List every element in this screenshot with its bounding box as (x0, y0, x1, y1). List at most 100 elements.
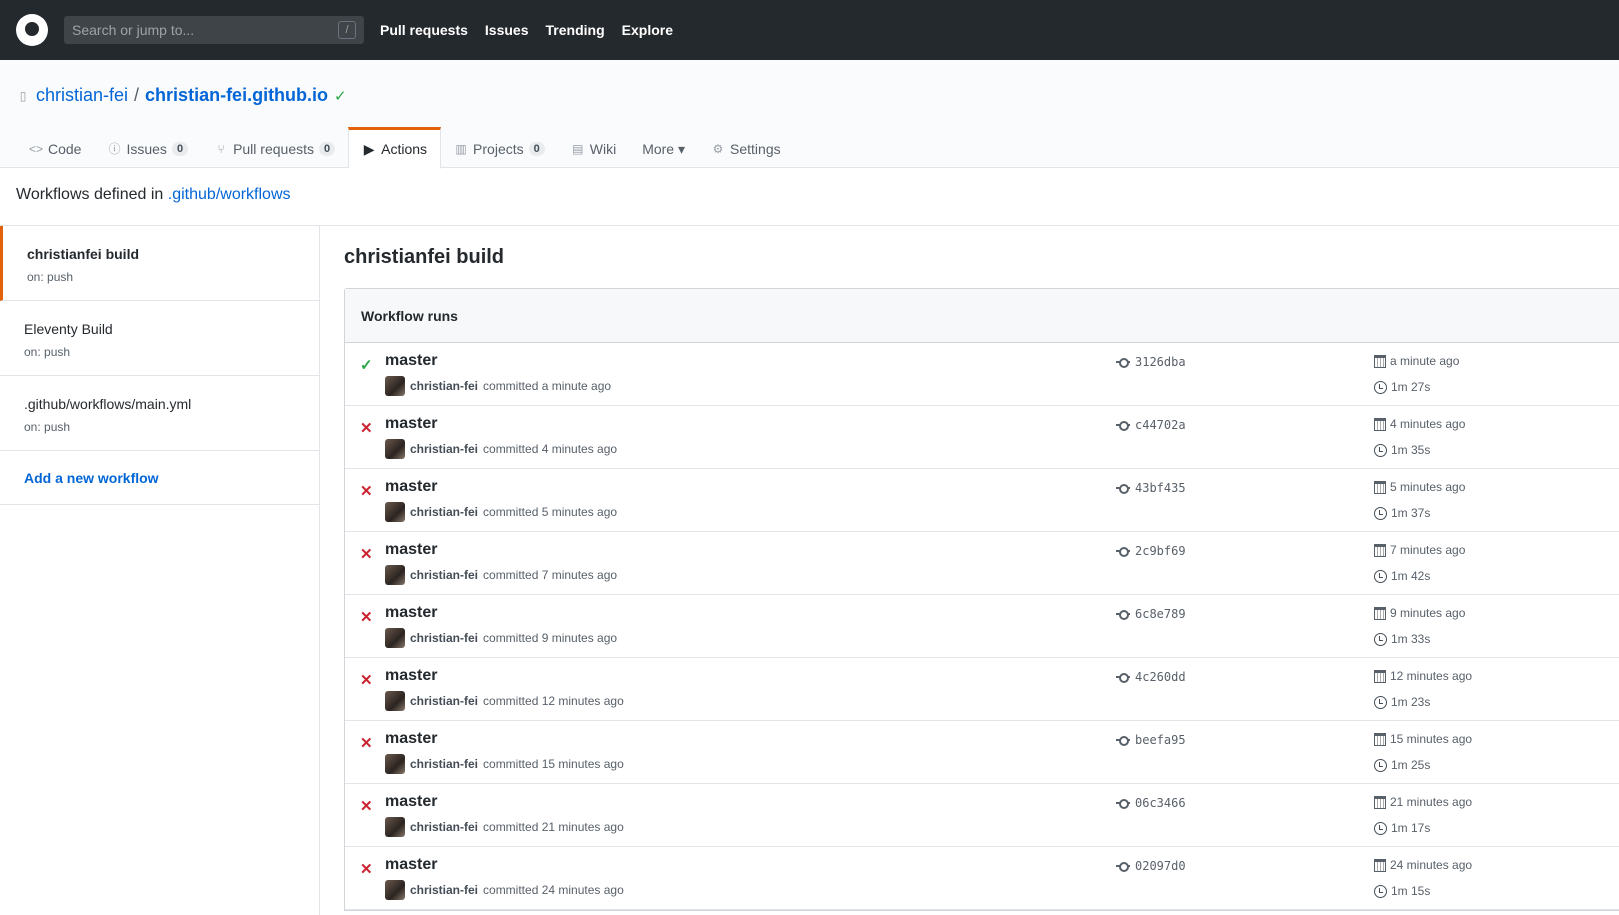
workflow-run-row[interactable]: ✕ master christian-fei committed 4 minutes … (345, 406, 1619, 469)
workflow-run-row[interactable]: ✕ master christian-fei committed 9 minutes … (345, 595, 1619, 658)
commit-sha-link[interactable]: 43bf435 (1116, 481, 1186, 495)
commit-sha: 02097d0 (1135, 859, 1186, 873)
run-branch-link[interactable]: master (385, 478, 437, 496)
workflows-folder-link[interactable]: .github/workflows (168, 186, 291, 203)
avatar[interactable] (385, 817, 405, 837)
commit-sha: 06c3466 (1135, 796, 1186, 810)
count-badge: 0 (171, 142, 189, 156)
tab-more-dropdown[interactable]: More ▾ (629, 127, 698, 168)
add-workflow-link[interactable]: Add a new workflow (24, 470, 159, 486)
search-placeholder: Search or jump to... (72, 22, 195, 38)
repo-owner-link[interactable]: christian-fei (36, 85, 128, 106)
run-user-link[interactable]: christian-fei (410, 568, 478, 582)
commit-sha-link[interactable]: c44702a (1116, 418, 1186, 432)
avatar[interactable] (385, 439, 405, 459)
run-branch-link[interactable]: master (385, 793, 437, 811)
run-branch-link[interactable]: master (385, 352, 437, 370)
repo-name-link[interactable]: christian-fei.github.io (145, 85, 328, 106)
commit-sha-link[interactable]: beefa95 (1116, 733, 1186, 747)
x-icon: ✕ (360, 546, 373, 563)
workflow-title: Eleventy Build (24, 321, 113, 337)
avatar[interactable] (385, 502, 405, 522)
commit-sha-link[interactable]: 2c9bf69 (1116, 544, 1186, 558)
run-branch-link[interactable]: master (385, 541, 437, 559)
workflow-run-row[interactable]: ✕ master christian-fei committed 5 minutes … (345, 469, 1619, 532)
avatar[interactable] (385, 565, 405, 585)
tab-settings[interactable]: ⚙ Settings (698, 127, 794, 168)
tab-actions[interactable]: ▶ Actions (348, 127, 442, 169)
clock-icon (1374, 506, 1387, 520)
committed-time: committed 12 minutes ago (483, 694, 624, 708)
run-date-text: a minute ago (1390, 354, 1460, 368)
tab-pull-requests[interactable]: ⑂ Pull requests 0 (201, 127, 348, 168)
tab-label: Actions (381, 141, 428, 157)
top-header: Search or jump to... / Pull requests Iss… (0, 0, 1619, 60)
calendar-icon (1374, 795, 1386, 809)
run-date: 24 minutes ago (1374, 858, 1472, 872)
commit-sha-link[interactable]: 4c260dd (1116, 670, 1186, 684)
workflow-run-row[interactable]: ✕ master christian-fei committed 7 minutes … (345, 532, 1619, 595)
workflow-run-row[interactable]: ✕ master christian-fei committed 24 minutes… (345, 847, 1619, 910)
run-user-link[interactable]: christian-fei (410, 505, 478, 519)
sidebar-item-eleventy-build[interactable]: Eleventy Build on: push (0, 301, 319, 376)
nav-trending[interactable]: Trending (546, 22, 605, 38)
run-branch-link[interactable]: master (385, 604, 437, 622)
calendar-icon (1374, 606, 1386, 620)
commit-sha-link[interactable]: 3126dba (1116, 355, 1186, 369)
commit-sha-link[interactable]: 02097d0 (1116, 859, 1186, 873)
avatar[interactable] (385, 628, 405, 648)
tab-code[interactable]: <> Code (16, 127, 94, 168)
commit-sha-link[interactable]: 6c8e789 (1116, 607, 1186, 621)
x-icon: ✕ (360, 672, 373, 689)
nav-explore[interactable]: Explore (622, 22, 673, 38)
repo-icon: ▯ (19, 88, 27, 103)
run-user-link[interactable]: christian-fei (410, 820, 478, 834)
calendar-icon (1374, 858, 1386, 872)
page-title: christianfei build (344, 246, 505, 268)
run-branch-link[interactable]: master (385, 730, 437, 748)
workflow-run-row[interactable]: ✕ master christian-fei committed 12 minutes… (345, 658, 1619, 721)
run-branch-link[interactable]: master (385, 667, 437, 685)
nav-issues[interactable]: Issues (485, 22, 529, 38)
avatar[interactable] (385, 754, 405, 774)
workflow-trigger: on: push (24, 420, 71, 434)
tab-projects[interactable]: ▥ Projects 0 (441, 127, 558, 168)
run-user-link[interactable]: christian-fei (410, 883, 478, 897)
search-input[interactable]: Search or jump to... / (64, 16, 364, 44)
run-user-link[interactable]: christian-fei (410, 442, 478, 456)
run-user-link[interactable]: christian-fei (410, 757, 478, 771)
workflow-run-row[interactable]: ✕ master christian-fei committed 15 minutes… (345, 721, 1619, 784)
avatar[interactable] (385, 880, 405, 900)
nav-pull-requests[interactable]: Pull requests (380, 22, 468, 38)
sidebar-item-christianfei-build[interactable]: christianfei build on: push (0, 226, 319, 301)
run-branch-link[interactable]: master (385, 856, 437, 874)
clock-icon (1374, 821, 1387, 835)
repo-tabs: <> Code ⓘ Issues 0 ⑂ Pull requests 0 ▶ Actions… (16, 127, 794, 169)
workflow-run-row[interactable]: ✕ master christian-fei committed 21 minutes… (345, 784, 1619, 847)
committed-time: committed a minute ago (483, 379, 612, 393)
main-content: christianfei build Workflow runs ✓ master… (320, 225, 1619, 915)
run-user-link[interactable]: christian-fei (410, 379, 478, 393)
run-commit-meta: christian-fei committed 7 minutes ago (385, 565, 617, 585)
committed-time: committed 15 minutes ago (483, 757, 624, 771)
tab-wiki[interactable]: ▤ Wiki (558, 127, 629, 168)
run-branch-link[interactable]: master (385, 415, 437, 433)
github-logo-icon[interactable] (16, 14, 48, 46)
run-user-link[interactable]: christian-fei (410, 694, 478, 708)
run-duration-text: 1m 35s (1391, 443, 1431, 457)
workflow-run-row[interactable]: ✓ master christian-fei committed a minute a… (345, 343, 1619, 406)
run-user-link[interactable]: christian-fei (410, 631, 478, 645)
sidebar-item-main-yml[interactable]: .github/workflows/main.yml on: push (0, 376, 319, 451)
count-badge: 0 (528, 142, 545, 156)
x-icon: ✕ (360, 609, 373, 626)
avatar[interactable] (385, 376, 405, 396)
run-date: 5 minutes ago (1374, 480, 1465, 494)
commit-icon (1116, 609, 1130, 620)
tab-issues[interactable]: ⓘ Issues 0 (94, 127, 201, 168)
commit-sha-link[interactable]: 06c3466 (1116, 796, 1186, 810)
workflow-trigger: on: push (24, 345, 71, 359)
calendar-icon (1374, 480, 1386, 494)
run-date-text: 24 minutes ago (1390, 858, 1473, 872)
avatar[interactable] (385, 691, 405, 711)
calendar-icon (1374, 732, 1386, 746)
